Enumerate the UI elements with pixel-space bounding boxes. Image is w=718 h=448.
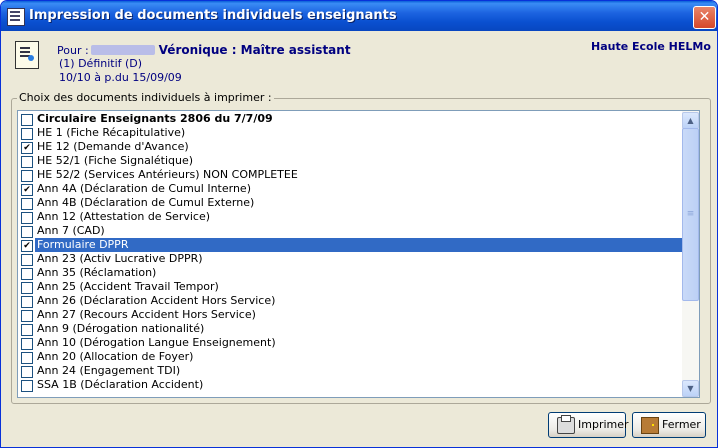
document-checkbox[interactable] — [21, 198, 33, 210]
document-row[interactable]: ✔ HE 12 (Demande d'Avance) — [18, 140, 682, 154]
document-row[interactable]: HE 1 (Fiche Récapitulative) — [18, 126, 682, 140]
blurred-name — [90, 45, 155, 55]
document-checkbox[interactable] — [21, 324, 33, 336]
document-row[interactable]: ✔ Ann 4A (Déclaration de Cumul Interne) — [18, 182, 682, 196]
document-row[interactable]: Ann 24 (Engagement TDI) — [18, 364, 682, 378]
document-row[interactable]: SSA 1B (Déclaration Accident) — [18, 378, 682, 392]
pour-label: Pour : — [57, 44, 89, 57]
document-checkbox[interactable] — [21, 380, 33, 392]
document-row[interactable]: Ann 9 (Dérogation nationalité) — [18, 322, 682, 336]
scroll-thumb[interactable]: ≡ — [682, 128, 699, 301]
document-label: Circulaire Enseignants 2806 du 7/7/09 — [37, 112, 273, 125]
document-label: SSA 1B (Déclaration Accident) — [37, 378, 204, 391]
document-checkbox[interactable] — [21, 156, 33, 168]
window-title: Impression de documents individuels ense… — [29, 8, 397, 23]
school-name: Haute Ecole HELMo — [591, 40, 711, 53]
printer-icon — [557, 415, 575, 434]
document-checkbox[interactable] — [21, 366, 33, 378]
print-button[interactable]: Imprimer — [548, 412, 629, 438]
document-checkbox[interactable] — [21, 310, 33, 322]
document-checkbox[interactable] — [21, 282, 33, 294]
document-checkbox[interactable] — [21, 296, 33, 308]
document-label: Ann 25 (Accident Travail Tempor) — [37, 280, 219, 293]
document-label: Ann 9 (Dérogation nationalité) — [37, 322, 205, 335]
document-label: Ann 26 (Déclaration Accident Hors Servic… — [37, 294, 276, 307]
document-row[interactable]: Ann 7 (CAD) — [18, 224, 682, 238]
teacher-document-icon — [15, 41, 39, 69]
document-label: Ann 20 (Allocation de Foyer) — [37, 350, 194, 363]
document-row[interactable]: Ann 25 (Accident Travail Tempor) — [18, 280, 682, 294]
scroll-down-button[interactable]: ▼ — [682, 380, 699, 397]
documents-list[interactable]: Circulaire Enseignants 2806 du 7/7/09 HE … — [17, 110, 700, 398]
document-checkbox[interactable] — [21, 212, 33, 224]
document-checkbox[interactable] — [21, 254, 33, 266]
document-label: Ann 35 (Réclamation) — [37, 266, 157, 279]
document-checkbox[interactable] — [21, 226, 33, 238]
document-label: Ann 4A (Déclaration de Cumul Interne) — [37, 182, 251, 195]
document-checkbox[interactable] — [21, 338, 33, 350]
document-label: HE 12 (Demande d'Avance) — [37, 140, 189, 153]
document-row[interactable]: Ann 10 (Dérogation Langue Enseignement) — [18, 336, 682, 350]
close-button-label: Fermer — [662, 418, 701, 431]
header-person-line: Pour : Véronique : Maître assistant — [57, 43, 351, 57]
groupbox-label: Choix des documents individuels à imprim… — [17, 91, 274, 104]
documents-list-items: Circulaire Enseignants 2806 du 7/7/09 HE … — [18, 111, 682, 397]
document-checkbox[interactable] — [21, 352, 33, 364]
vertical-scrollbar[interactable]: ▲ ≡ ▼ — [682, 111, 699, 397]
document-row[interactable]: HE 52/1 (Fiche Signalétique) — [18, 154, 682, 168]
document-row[interactable]: Circulaire Enseignants 2806 du 7/7/09 — [18, 112, 682, 126]
document-checkbox[interactable] — [21, 114, 33, 126]
period-line: 10/10 à p.du 15/09/09 — [59, 71, 182, 84]
document-row[interactable]: Ann 35 (Réclamation) — [18, 266, 682, 280]
door-icon — [641, 417, 659, 434]
document-label: Ann 23 (Activ Lucrative DPPR) — [37, 252, 203, 265]
document-row[interactable]: Ann 20 (Allocation de Foyer) — [18, 350, 682, 364]
title-bar[interactable]: Impression de documents individuels ense… — [1, 1, 717, 31]
document-label: Ann 4B (Déclaration de Cumul Externe) — [37, 196, 255, 209]
close-button[interactable]: Fermer — [632, 412, 706, 438]
document-row[interactable]: HE 52/2 (Services Antérieurs) NON COMPLE… — [18, 168, 682, 182]
document-checkbox[interactable]: ✔ — [21, 184, 33, 196]
person-name: Véronique : Maître assistant — [158, 43, 351, 57]
document-row[interactable]: Ann 12 (Attestation de Service) — [18, 210, 682, 224]
document-checkbox[interactable]: ✔ — [21, 240, 33, 252]
document-label: HE 52/1 (Fiche Signalétique) — [37, 154, 194, 167]
close-window-button[interactable]: ✕ — [693, 6, 716, 29]
document-checkbox[interactable]: ✔ — [21, 142, 33, 154]
document-label: Ann 27 (Recours Accident Hors Service) — [37, 308, 256, 321]
document-label: Ann 12 (Attestation de Service) — [37, 210, 211, 223]
document-checkbox[interactable] — [21, 170, 33, 182]
document-checkbox[interactable] — [21, 268, 33, 280]
document-row[interactable]: Ann 23 (Activ Lucrative DPPR) — [18, 252, 682, 266]
document-label: Ann 7 (CAD) — [37, 224, 105, 237]
document-row[interactable]: Ann 26 (Déclaration Accident Hors Servic… — [18, 294, 682, 308]
document-label: HE 1 (Fiche Récapitulative) — [37, 126, 186, 139]
document-row[interactable]: Ann 4B (Déclaration de Cumul Externe) — [18, 196, 682, 210]
status-line: (1) Définitif (D) — [59, 57, 143, 70]
document-label: HE 52/2 (Services Antérieurs) NON COMPLE… — [37, 168, 298, 181]
document-row[interactable]: ✔ Formulaire DPPR — [18, 237, 682, 253]
dialog-window: Impression de documents individuels ense… — [0, 0, 718, 448]
scroll-up-button[interactable]: ▲ — [682, 112, 699, 129]
document-label: Ann 24 (Engagement TDI) — [37, 364, 181, 377]
print-button-label: Imprimer — [578, 418, 629, 431]
document-label: Ann 10 (Dérogation Langue Enseignement) — [37, 336, 276, 349]
document-checkbox[interactable] — [21, 128, 33, 140]
document-row[interactable]: Ann 27 (Recours Accident Hors Service) — [18, 308, 682, 322]
document-list-icon — [7, 8, 25, 26]
document-label: Formulaire DPPR — [34, 237, 682, 253]
